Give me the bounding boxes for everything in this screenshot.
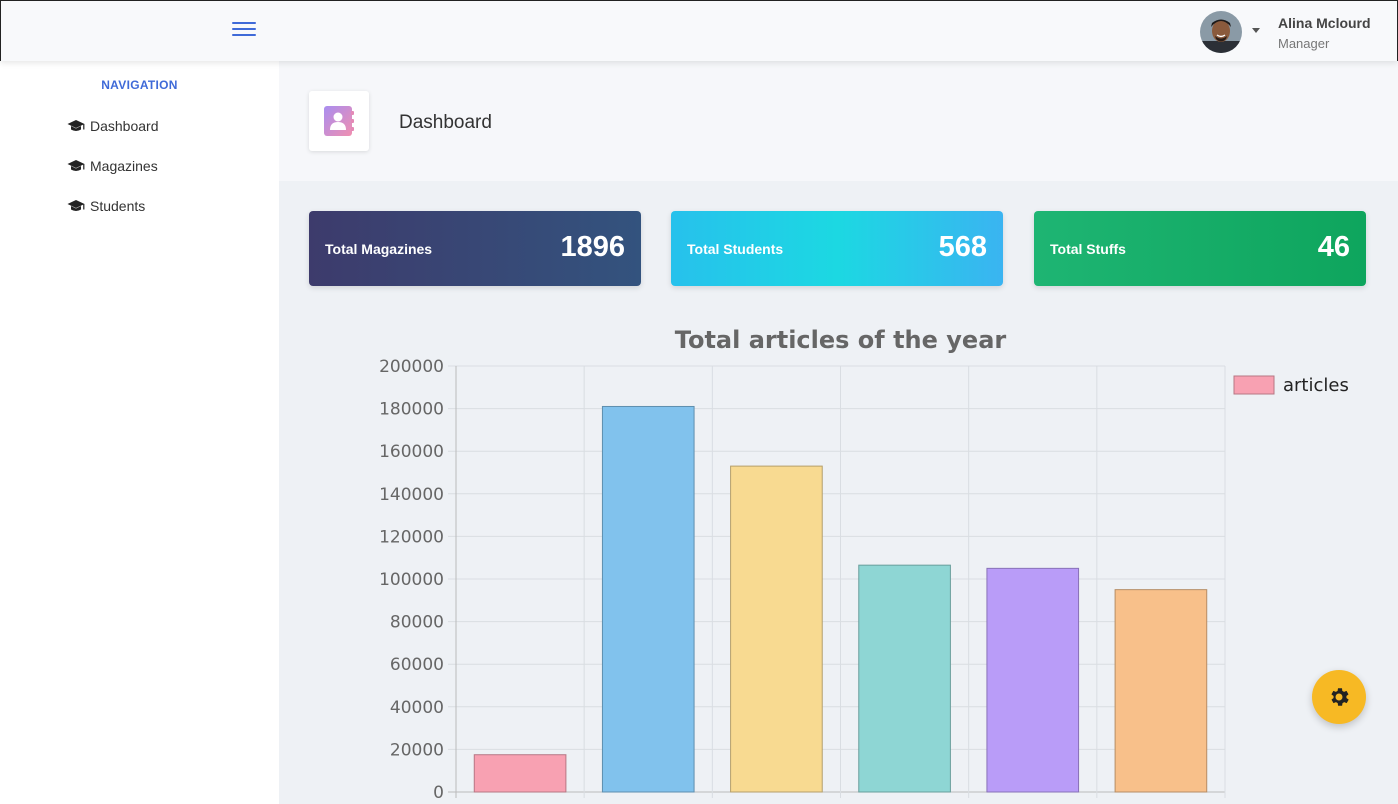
sidebar-item-dashboard[interactable]: Dashboard	[67, 115, 159, 137]
graduation-cap-icon	[67, 120, 85, 131]
user-role: Manager	[1278, 36, 1330, 51]
user-name[interactable]: Alina Mclourd	[1278, 15, 1371, 31]
stat-card-students: Total Students 568	[671, 211, 1003, 286]
y-tick-label: 20000	[390, 740, 444, 760]
articles-chart: Total articles of the year 0 20000 40000 600…	[309, 312, 1369, 804]
stat-card-value: 568	[938, 231, 987, 263]
y-tick-label: 100000	[379, 570, 444, 590]
graduation-cap-icon	[67, 200, 85, 211]
menu-toggle-icon[interactable]	[232, 22, 256, 38]
chart-title: Total articles of the year	[675, 326, 1007, 354]
sidebar-item-label: Dashboard	[90, 118, 159, 134]
sidebar-item-label: Students	[90, 198, 146, 214]
page-icon-box	[309, 91, 369, 151]
y-tick-label: 0	[433, 783, 444, 803]
y-tick-label: 40000	[390, 698, 444, 718]
stat-card-label: Total Stuffs	[1050, 241, 1126, 257]
chart-bar	[858, 564, 951, 793]
contact-book-icon	[324, 106, 354, 136]
y-tick-label: 60000	[390, 655, 444, 675]
stat-card-label: Total Students	[687, 241, 784, 257]
page-header: Dashboard	[279, 61, 1398, 181]
settings-button[interactable]	[1312, 670, 1366, 724]
stat-card-magazines: Total Magazines 1896	[309, 211, 641, 286]
y-tick-label: 140000	[379, 485, 444, 505]
y-tick-label: 180000	[379, 400, 444, 420]
chart-bar	[1114, 589, 1208, 793]
user-avatar[interactable]	[1200, 11, 1242, 53]
stat-card-label: Total Magazines	[325, 241, 433, 257]
chart-bar	[730, 465, 823, 793]
chart-bar	[986, 567, 1080, 793]
legend-label: articles	[1283, 375, 1349, 396]
nav-heading: NAVIGATION	[101, 78, 178, 92]
y-tick-label: 80000	[390, 613, 444, 633]
stat-card-value: 46	[1317, 231, 1350, 263]
chart-bar	[601, 405, 695, 793]
stat-card-value: 1896	[560, 231, 625, 263]
legend-swatch	[1233, 375, 1275, 395]
sidebar-item-label: Magazines	[90, 158, 158, 174]
sidebar: NAVIGATION Dashboard Magazines Students	[0, 61, 279, 804]
y-tick-label: 160000	[379, 442, 444, 462]
page-title: Dashboard	[399, 112, 492, 133]
articles-bar-chart: Total articles of the year 0 20000 40000 600…	[379, 326, 1349, 803]
top-bar: Alina Mclourd Manager	[0, 0, 1398, 61]
user-menu-caret-icon[interactable]	[1252, 28, 1260, 33]
chart-bar	[473, 754, 567, 793]
sidebar-item-magazines[interactable]: Magazines	[67, 155, 158, 177]
y-tick-label: 200000	[379, 357, 444, 377]
sidebar-item-students[interactable]: Students	[67, 195, 145, 217]
gear-icon	[1331, 688, 1349, 706]
graduation-cap-icon	[67, 160, 85, 171]
y-tick-label: 120000	[379, 527, 444, 547]
stat-card-stuffs: Total Stuffs 46	[1034, 211, 1366, 286]
